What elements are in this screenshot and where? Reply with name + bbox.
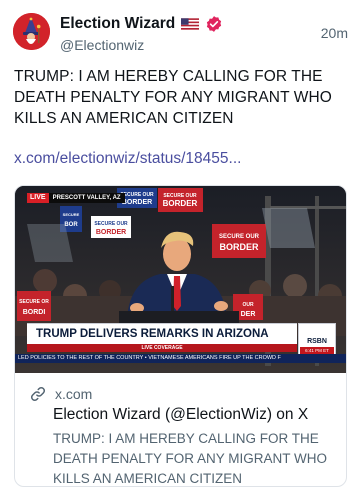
news-ticker: LED POLICIES TO THE REST OF THE COUNTRY … [15, 354, 346, 363]
svg-text:SECURE OUR: SECURE OUR [120, 192, 154, 198]
svg-text:SECURE: SECURE [63, 212, 80, 217]
svg-text:BORDI: BORDI [23, 309, 46, 316]
coverage-strip: LIVE COVERAGE [27, 344, 297, 352]
svg-text:BORDER: BORDER [219, 242, 259, 252]
card-domain: x.com [55, 386, 93, 402]
svg-text:SECURE OUR: SECURE OUR [94, 221, 128, 227]
network-name: RSBN [307, 338, 327, 345]
link-icon [29, 385, 47, 403]
svg-text:DER: DER [241, 311, 256, 318]
wizard-avatar-icon [13, 13, 50, 50]
svg-text:BOR: BOR [64, 222, 78, 228]
link-preview-card[interactable]: SECURE OUR BORDER SECURE OUR BORDER SECURE… [14, 185, 347, 487]
svg-text:SECURE OUR: SECURE OUR [219, 234, 260, 240]
live-indicator: LIVE PRESCOTT VALLEY, AZ [27, 193, 125, 203]
svg-text:OUR: OUR [242, 302, 254, 308]
post-time[interactable]: 20m [321, 25, 348, 41]
avatar[interactable] [13, 13, 50, 50]
post-text: TRUMP: I AM HEREBY CALLING FOR THE DEATH… [14, 68, 332, 127]
account-handle[interactable]: @Electionwiz [60, 37, 144, 53]
card-title[interactable]: Election Wizard (@ElectionWiz) on X [53, 406, 308, 424]
post-link[interactable]: x.com/electionwiz/status/18455... [14, 150, 241, 168]
svg-text:BORDER: BORDER [163, 199, 198, 208]
verified-badge-icon [207, 16, 222, 32]
broadcast-clock: 6:41 PM ET [300, 347, 334, 354]
account-name[interactable]: Election Wizard [60, 15, 175, 33]
location-label: PRESCOTT VALLEY, AZ [48, 193, 125, 203]
svg-text:SECURE OR: SECURE OR [19, 299, 49, 305]
us-flag-icon [181, 18, 200, 30]
network-logo: RSBN 6:41 PM ET [298, 323, 336, 355]
live-badge: LIVE [27, 193, 49, 203]
svg-text:BORDER: BORDER [96, 229, 126, 236]
card-media-image[interactable]: SECURE OUR BORDER SECURE OUR BORDER SECURE… [15, 186, 346, 373]
card-info[interactable]: x.com Election Wizard (@ElectionWiz) on … [15, 374, 346, 486]
card-description: TRUMP: I AM HEREBY CALLING FOR THE DEATH… [53, 431, 328, 486]
svg-text:BORDER: BORDER [122, 199, 152, 206]
headline-banner: TRUMP DELIVERS REMARKS IN ARIZONA [27, 323, 297, 344]
